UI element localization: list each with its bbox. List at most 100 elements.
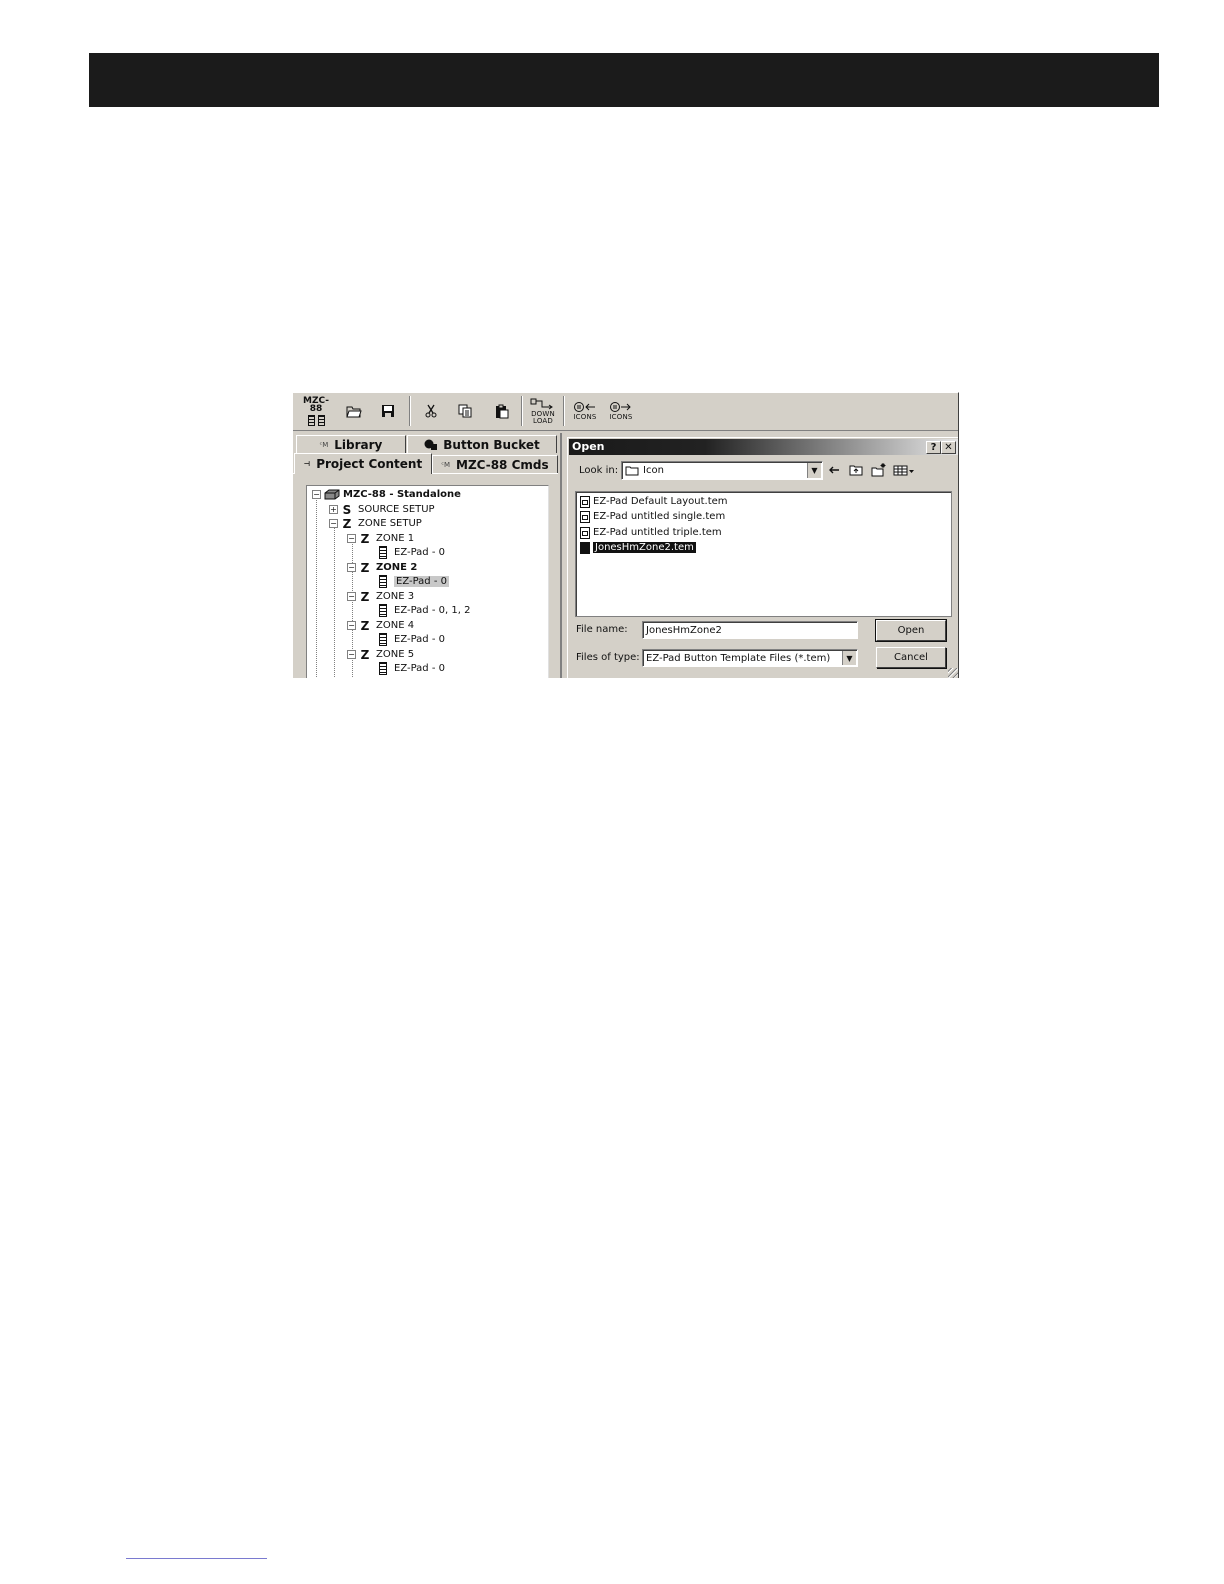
tree-item-ez-pad[interactable]: EZ-Pad - 0 [379,662,445,675]
dialog-title: Open [572,440,605,453]
paste-button[interactable] [491,397,513,425]
template-file-icon [580,526,590,539]
template-file-icon [580,495,590,508]
tree-root[interactable]: − MZC-88 - Standalone [312,488,461,501]
tree-item-source-setup[interactable]: + S SOURCE SETUP [329,502,435,517]
file-item[interactable]: EZ-Pad untitled single.tem [580,510,725,523]
download-icon [530,398,553,410]
tree-item-ez-pad[interactable]: EZ-Pad - 0 [379,546,445,559]
keypad-icon [307,414,325,426]
tree-item-zone[interactable]: − Z ZONE 5 [347,647,415,662]
copy-button[interactable] [454,397,476,425]
ez-pad-label: EZ-Pad - 0 [394,576,449,587]
keypad-icon [379,546,387,559]
tab-library[interactable]: ᶜM Library [296,435,406,453]
files-of-type-select[interactable]: EZ-Pad Button Template Files (*.tem) ▼ [642,649,858,667]
import-icons-button[interactable]: ICONS [569,397,601,425]
file-name-value: JonesHmZone2 [646,624,722,636]
files-of-type-value: EZ-Pad Button Template Files (*.tem) [646,652,831,664]
download-label: DOWN LOAD [531,410,555,425]
zone-icon: Z [360,618,370,633]
toolbar-separator [521,396,523,426]
tree-item-zone-setup-label: ZONE SETUP [358,518,422,529]
help-button[interactable]: ? [926,441,941,454]
zone-icon: Z [360,647,370,662]
view-menu-button[interactable] [892,463,916,477]
chevron-down-icon[interactable]: ▼ [807,463,821,478]
chevron-down-icon[interactable]: ▼ [842,651,856,665]
tree-item-ez-pad[interactable]: EZ-Pad - 0, 1, 2 [379,604,470,617]
dialog-titlebar: Open ? ✕ [569,439,958,455]
open-button[interactable]: Open [875,619,947,642]
tree-item-ez-pad[interactable]: EZ-Pad - 0 [379,633,445,646]
collapse-icon[interactable]: − [347,534,356,543]
up-folder-button[interactable] [848,463,864,477]
collapse-icon[interactable]: − [347,621,356,630]
new-folder-button[interactable] [870,462,887,477]
mzc-88-button[interactable]: MZC-88 [299,395,333,426]
import-icons-label: ICONS [573,413,597,421]
tab-project-content-label: Project Content [316,457,423,471]
application-window: MZC-88 DOWN LOAD ICONS ICONS ᶜM Library … [292,392,959,678]
keypad-icon [379,662,387,675]
close-button[interactable]: ✕ [941,441,956,454]
header-bar [89,53,1159,107]
file-item[interactable]: EZ-Pad untitled triple.tem [580,526,722,539]
tab-button-bucket[interactable]: Button Bucket [407,435,557,453]
export-icons-button[interactable]: ICONS [605,397,637,425]
tree-item-zone[interactable]: − Z ZONE 4 [347,618,414,633]
template-file-icon [580,510,590,523]
look-in-label: Look in: [579,465,619,476]
keypad-icon [379,633,387,646]
tree-item-zone[interactable]: − Z ZONE 1 [347,531,415,546]
look-in-value: Icon [643,465,664,476]
commands-icon: ᶜM [441,460,450,469]
save-icon [382,405,394,417]
file-name-input[interactable]: JonesHmZone2 [642,621,858,639]
collapse-icon[interactable]: − [347,563,356,572]
toolbar-separator [563,396,565,426]
tree-item-zone[interactable]: − Z ZONE 2 [347,560,417,575]
zone-icon: Z [360,560,370,575]
resize-grip[interactable] [948,668,958,678]
tab-project-content[interactable]: ⊣ Project Content [294,453,432,474]
back-button[interactable] [827,463,841,477]
tab-button-bucket-label: Button Bucket [443,437,540,452]
zone-label: ZONE 3 [376,591,415,602]
mzc-label: MZC-88 [302,395,330,414]
collapse-icon[interactable]: − [347,650,356,659]
export-arrow-icon [610,402,631,412]
collapse-icon[interactable]: − [347,592,356,601]
look-in-select[interactable]: Icon ▼ [621,461,823,480]
zone-label: ZONE 5 [376,649,415,660]
controller-icon [324,489,340,500]
zone-icon: Z [360,531,370,546]
project-tree-icon: ⊣ [303,460,311,468]
paste-icon [496,404,509,418]
keypad-icon [379,575,387,588]
tree-guide [316,496,317,678]
open-folder-button[interactable] [343,397,365,425]
tree-item-zone-setup[interactable]: − Z ZONE SETUP [329,517,422,531]
cut-button[interactable] [420,397,442,425]
tree-item-source-setup-label: SOURCE SETUP [358,504,435,515]
open-folder-icon [346,406,362,418]
file-item-selected[interactable]: JonesHmZone2.tem [580,541,696,554]
zone-label: ZONE 1 [376,533,415,544]
collapse-icon[interactable]: − [329,519,338,528]
cancel-button[interactable]: Cancel [876,647,946,668]
save-button[interactable] [377,397,399,425]
tab-mzc-88-cmds[interactable]: ᶜM MZC-88 Cmds [432,455,558,473]
download-button[interactable]: DOWN LOAD [527,397,559,425]
tree-item-zone[interactable]: − Z ZONE 3 [347,590,415,604]
template-file-icon [580,541,590,554]
tree-guide [334,525,335,678]
file-name: JonesHmZone2.tem [593,542,696,553]
expand-icon[interactable]: + [329,505,338,514]
bucket-icon [424,439,438,450]
folder-icon [625,466,639,476]
tree-item-ez-pad[interactable]: EZ-Pad - 0 [379,575,449,588]
source-icon: S [342,502,352,517]
file-item[interactable]: EZ-Pad Default Layout.tem [580,495,728,508]
collapse-icon[interactable]: − [312,490,321,499]
